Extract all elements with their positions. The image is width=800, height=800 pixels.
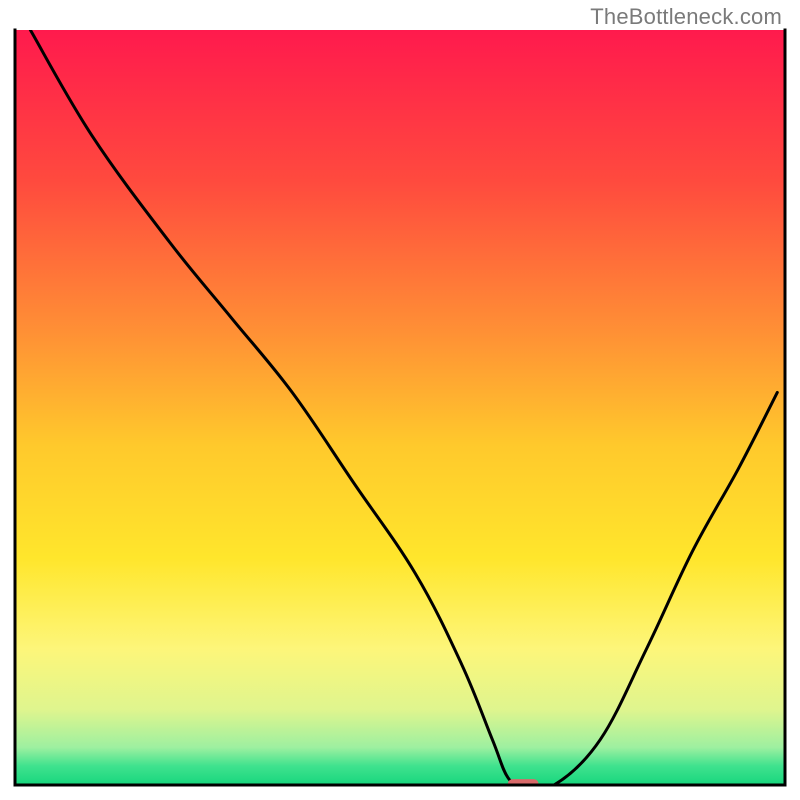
watermark-text: TheBottleneck.com	[590, 4, 782, 30]
plot-background	[15, 30, 785, 785]
chart-container: TheBottleneck.com	[0, 0, 800, 800]
bottleneck-chart	[0, 0, 800, 800]
